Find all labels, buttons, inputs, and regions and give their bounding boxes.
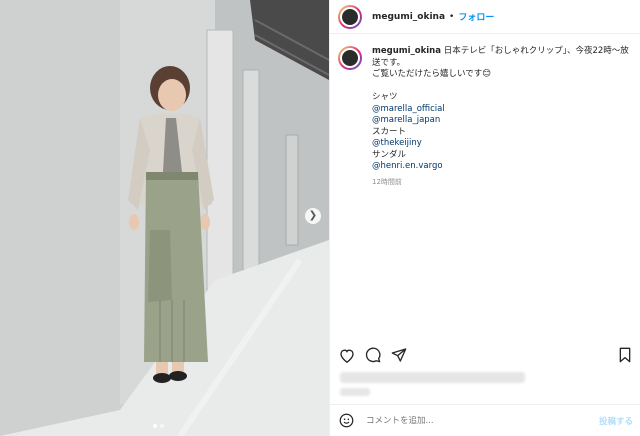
caption-text-line2: ご覧いただけたら嬉しいです😊: [372, 69, 492, 79]
credit-list: シャツ @marella_official @marella_japan スカート @t…: [372, 92, 632, 173]
bookmark-icon[interactable]: [616, 346, 634, 364]
carousel-dot-1: [153, 424, 157, 428]
caption-body: megumi_okina 日本テレビ「おしゃれクリップ」、今夜22時〜放送です。…: [372, 46, 632, 334]
comment-icon[interactable]: [364, 346, 382, 364]
mention-link[interactable]: @henri.en.vargo: [372, 161, 632, 173]
mention-link[interactable]: @marella_official: [372, 104, 632, 116]
avatar[interactable]: [338, 4, 362, 29]
header-username[interactable]: megumi_okina: [372, 12, 445, 22]
send-icon[interactable]: [390, 346, 408, 364]
credit-label: スカート: [372, 126, 407, 137]
mention-link[interactable]: @thekeijiny: [372, 138, 632, 150]
caption: megumi_okina 日本テレビ「おしゃれクリップ」、今夜22時〜放送です。…: [330, 34, 640, 334]
post-header: megumi_okina • フォロー: [330, 0, 640, 34]
comment-input[interactable]: [366, 415, 599, 426]
post-timestamp[interactable]: 12時間前: [372, 177, 632, 189]
photo-illustration: [0, 0, 329, 436]
post-comment-button[interactable]: 投稿する: [599, 415, 633, 427]
separator-dot: •: [449, 11, 455, 22]
post-photo[interactable]: ❯: [0, 0, 329, 436]
credit-label: シャツ: [372, 92, 398, 102]
carousel-dot-2: [160, 424, 164, 428]
credit-label: サンダル: [372, 149, 407, 160]
likes-blurred: [340, 372, 525, 383]
caption-avatar[interactable]: [338, 46, 362, 70]
carousel-next-button[interactable]: ❯: [305, 208, 321, 224]
caption-username[interactable]: megumi_okina: [372, 46, 441, 56]
comment-bar: 投稿する: [330, 404, 640, 436]
smiley-icon[interactable]: [338, 413, 354, 429]
heart-icon[interactable]: [338, 346, 356, 364]
chevron-right-icon: ❯: [308, 210, 318, 221]
mention-link[interactable]: @marella_japan: [372, 115, 632, 127]
likes-date-blurred: [340, 388, 370, 396]
carousel-dots: [153, 424, 164, 428]
follow-button[interactable]: フォロー: [458, 10, 494, 23]
post-side-panel: megumi_okina • フォロー megumi_okina 日本テレビ「お…: [329, 0, 640, 436]
action-bar: [338, 346, 634, 364]
